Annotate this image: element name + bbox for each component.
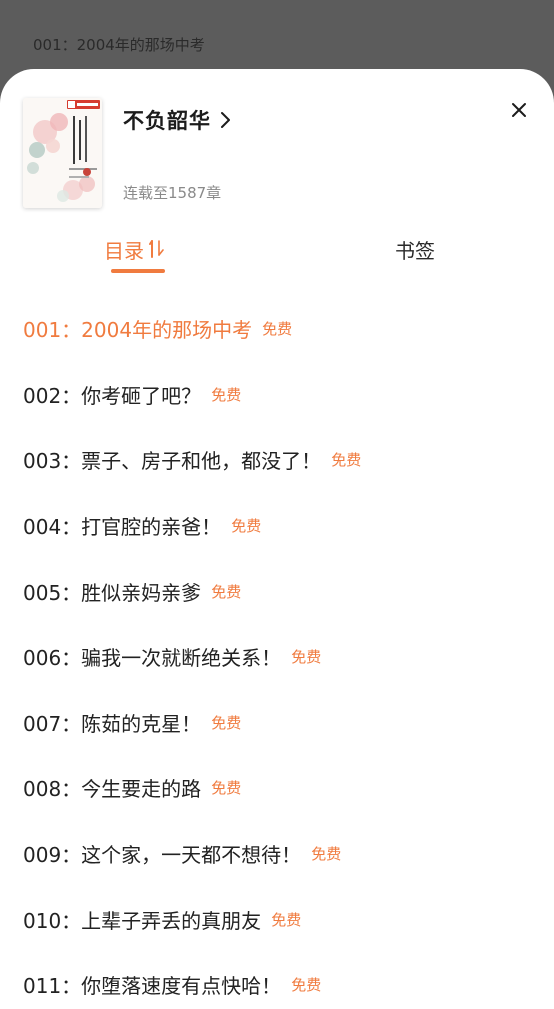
free-badge: 免费: [211, 713, 242, 732]
chapter-row[interactable]: 003：票子、房子和他，都没了！ 免费: [0, 427, 554, 493]
free-badge: 免费: [291, 648, 322, 667]
book-cover[interactable]: [23, 98, 102, 208]
chapter-row[interactable]: 010：上辈子弄丢的真朋友 免费: [0, 886, 554, 952]
chapter-row-current[interactable]: 001：2004年的那场中考 免费: [0, 296, 554, 362]
chapter-title: 003：票子、房子和他，都没了！: [23, 449, 322, 474]
tab-toc-label: 目录: [104, 238, 144, 263]
tab-bookmarks-label: 书签: [395, 238, 435, 263]
chapter-title: 008：今生要走的路: [23, 777, 202, 802]
chapter-title: 005：胜似亲妈亲爹: [23, 580, 202, 605]
tab-active-indicator: [111, 269, 165, 273]
tab-toc[interactable]: 目录: [104, 234, 170, 264]
close-icon: [512, 103, 526, 117]
sort-order-icon[interactable]: [146, 237, 170, 261]
tab-bookmarks[interactable]: 书签: [395, 234, 435, 264]
chevron-right-icon: [219, 110, 233, 130]
chapter-row[interactable]: 008：今生要走的路 免费: [0, 755, 554, 821]
chapter-row[interactable]: 004：打官腔的亲爸！ 免费: [0, 493, 554, 559]
free-badge: 免费: [331, 451, 362, 470]
toc-sheet: 不负韶华 连载至1587章 目录 书签 001：2004年的那场中考 免费 00…: [0, 69, 554, 1009]
chapter-title: 010：上辈子弄丢的真朋友: [23, 908, 262, 933]
free-badge: 免费: [211, 779, 242, 798]
chapter-title: 001：2004年的那场中考: [23, 318, 253, 343]
reader-chapter-title: 001：2004年的那场中考: [33, 36, 205, 54]
free-badge: 免费: [262, 320, 293, 339]
chapter-row[interactable]: 007：陈茹的克星！ 免费: [0, 690, 554, 756]
free-badge: 免费: [211, 582, 242, 601]
book-title: 不负韶华: [123, 109, 211, 133]
serial-status: 连载至1587章: [123, 184, 222, 202]
chapter-title: 006：骗我一次就断绝关系！: [23, 646, 282, 671]
chapter-title: 009：这个家，一天都不想待！: [23, 843, 302, 868]
free-badge: 免费: [311, 845, 342, 864]
chapter-title: 007：陈茹的克星！: [23, 711, 202, 736]
chapter-row[interactable]: 009：这个家，一天都不想待！ 免费: [0, 821, 554, 887]
chapter-row[interactable]: 005：胜似亲妈亲爹 免费: [0, 558, 554, 624]
free-badge: 免费: [271, 910, 302, 929]
chapter-list: 001：2004年的那场中考 免费 002：你考砸了吧？ 免费 003：票子、房…: [0, 296, 554, 1009]
chapter-row[interactable]: 002：你考砸了吧？ 免费: [0, 362, 554, 428]
close-button[interactable]: [506, 97, 532, 123]
free-badge: 免费: [291, 976, 322, 995]
free-badge: 免费: [211, 385, 242, 404]
chapter-title: 011：你堕落速度有点快哈！: [23, 974, 282, 999]
chapter-row[interactable]: 006：骗我一次就断绝关系！ 免费: [0, 624, 554, 690]
free-badge: 免费: [231, 517, 262, 536]
book-title-link[interactable]: 不负韶华: [123, 105, 233, 135]
chapter-row[interactable]: 011：你堕落速度有点快哈！ 免费: [0, 952, 554, 1009]
chapter-title: 002：你考砸了吧？: [23, 383, 202, 408]
chapter-title: 004：打官腔的亲爸！: [23, 515, 222, 540]
book-cover-art: [23, 98, 102, 208]
